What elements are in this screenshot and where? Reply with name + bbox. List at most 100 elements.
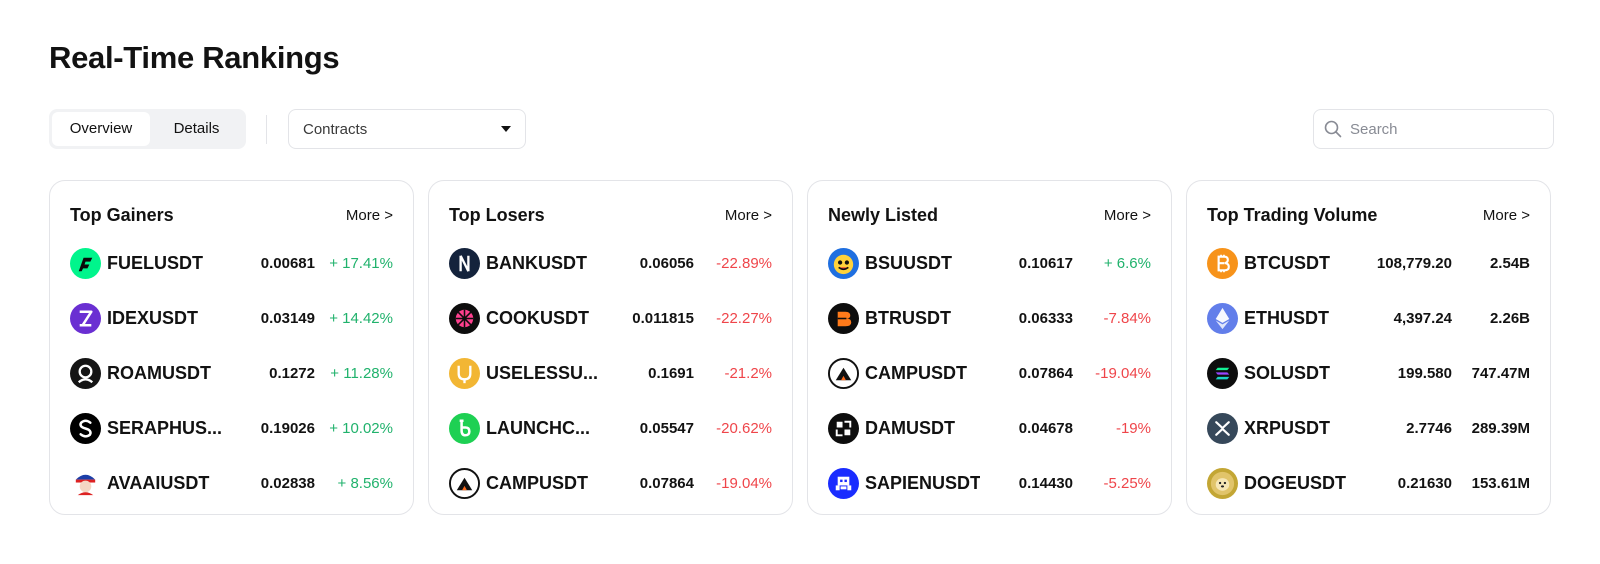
top-trading-volume-card: Top Trading Volume More > BTCUSDT 108,77… bbox=[1186, 180, 1551, 515]
launchcoin-icon bbox=[449, 412, 480, 444]
table-row[interactable]: BSUUSDT 0.10617 + 6.6% bbox=[828, 247, 1151, 279]
table-row[interactable]: DOGEUSDT 0.21630 153.61M bbox=[1207, 467, 1530, 499]
newly-listed-card: Newly Listed More > BSUUSDT 0.10617 + 6.… bbox=[807, 180, 1172, 515]
table-row[interactable]: SOLUSDT 199.580 747.47M bbox=[1207, 357, 1530, 389]
price: 0.00681 bbox=[260, 254, 315, 272]
symbol: SOLUSDT bbox=[1244, 362, 1331, 383]
price: 2.7746 bbox=[1406, 419, 1452, 437]
symbol: SAPIENUSDT bbox=[865, 472, 980, 493]
table-row[interactable]: SAPIENUSDT 0.14430 -5.25% bbox=[828, 467, 1151, 499]
price: 0.07864 bbox=[1018, 364, 1073, 382]
toolbar-divider bbox=[266, 115, 267, 144]
symbol: DOGEUSDT bbox=[1244, 472, 1347, 493]
table-row[interactable]: FUELUSDT 0.00681 + 17.41% bbox=[70, 247, 393, 279]
volume: 747.47M bbox=[1471, 364, 1530, 382]
symbol: CAMPUSDT bbox=[486, 472, 588, 493]
more-link[interactable]: More > bbox=[1104, 207, 1151, 224]
price: 108,779.20 bbox=[1376, 254, 1452, 272]
cook-icon bbox=[449, 302, 480, 334]
card-title: Top Trading Volume bbox=[1207, 204, 1378, 225]
symbol: USELESSU... bbox=[486, 362, 599, 383]
market-type-select[interactable]: Contracts bbox=[288, 109, 526, 149]
volume: 2.54B bbox=[1489, 254, 1530, 272]
top-losers-card: Top Losers More > BANKUSDT 0.06056 -22.8… bbox=[428, 180, 793, 515]
search-box[interactable] bbox=[1313, 109, 1554, 149]
symbol: ROAMUSDT bbox=[107, 362, 211, 383]
price: 0.19026 bbox=[260, 419, 315, 437]
symbol: BANKUSDT bbox=[486, 252, 587, 273]
table-row[interactable]: SERAPHUS... 0.19026 + 10.02% bbox=[70, 412, 393, 444]
page-title: Real-Time Rankings bbox=[49, 40, 340, 75]
symbol: AVAAIUSDT bbox=[107, 472, 210, 493]
change: + 8.56% bbox=[337, 474, 393, 492]
price: 0.05547 bbox=[639, 419, 694, 437]
symbol: CAMPUSDT bbox=[865, 362, 967, 383]
caret-down-icon bbox=[501, 126, 511, 132]
idex-icon bbox=[70, 302, 101, 334]
table-row[interactable]: COOKUSDT 0.011815 -22.27% bbox=[449, 302, 772, 334]
bsu-icon bbox=[828, 247, 859, 279]
card-title: Top Losers bbox=[449, 204, 545, 225]
market-type-value: Contracts bbox=[303, 120, 368, 138]
table-row[interactable]: IDEXUSDT 0.03149 + 14.42% bbox=[70, 302, 393, 334]
change: + 11.28% bbox=[330, 364, 393, 382]
change: -22.27% bbox=[716, 309, 772, 327]
table-row[interactable]: ROAMUSDT 0.1272 + 11.28% bbox=[70, 357, 393, 389]
table-row[interactable]: BTRUSDT 0.06333 -7.84% bbox=[828, 302, 1151, 334]
price: 0.04678 bbox=[1018, 419, 1073, 437]
useless-icon bbox=[449, 357, 480, 389]
card-title: Newly Listed bbox=[828, 204, 939, 225]
more-link[interactable]: More > bbox=[1483, 207, 1530, 224]
symbol: SERAPHUS... bbox=[107, 417, 222, 438]
table-row[interactable]: CAMPUSDT 0.07864 -19.04% bbox=[828, 357, 1151, 389]
symbol: COOKUSDT bbox=[486, 307, 589, 328]
table-row[interactable]: BTCUSDT 108,779.20 2.54B bbox=[1207, 247, 1530, 279]
price: 0.06056 bbox=[639, 254, 694, 272]
table-row[interactable]: USELESSU... 0.1691 -21.2% bbox=[449, 357, 772, 389]
price: 0.07864 bbox=[639, 474, 694, 492]
price: 0.02838 bbox=[260, 474, 315, 492]
dam-icon bbox=[828, 412, 859, 444]
bitcoin-icon bbox=[1207, 247, 1238, 279]
price: 0.21630 bbox=[1397, 474, 1452, 492]
sapien-icon bbox=[828, 467, 859, 499]
change: + 14.42% bbox=[329, 309, 393, 327]
view-toggle: Overview Details bbox=[49, 109, 246, 149]
search-input[interactable] bbox=[1348, 119, 1542, 139]
symbol: XRPUSDT bbox=[1244, 417, 1331, 438]
price: 0.1691 bbox=[648, 364, 694, 382]
tab-details[interactable]: Details bbox=[150, 112, 243, 146]
more-link[interactable]: More > bbox=[346, 207, 393, 224]
change: -7.84% bbox=[1103, 309, 1151, 327]
table-row[interactable]: AVAAIUSDT 0.02838 + 8.56% bbox=[70, 467, 393, 499]
table-row[interactable]: DAMUSDT 0.04678 -19% bbox=[828, 412, 1151, 444]
table-row[interactable]: ETHUSDT 4,397.24 2.26B bbox=[1207, 302, 1530, 334]
camp-icon bbox=[828, 357, 859, 389]
table-row[interactable]: LAUNCHC... 0.05547 -20.62% bbox=[449, 412, 772, 444]
camp-icon bbox=[449, 467, 480, 499]
volume: 153.61M bbox=[1471, 474, 1530, 492]
change: + 6.6% bbox=[1103, 254, 1151, 272]
price: 0.03149 bbox=[260, 309, 315, 327]
symbol: LAUNCHC... bbox=[486, 417, 590, 438]
more-link[interactable]: More > bbox=[725, 207, 772, 224]
change: -22.89% bbox=[716, 254, 772, 272]
change: -19.04% bbox=[1095, 364, 1151, 382]
table-row[interactable]: XRPUSDT 2.7746 289.39M bbox=[1207, 412, 1530, 444]
change: -21.2% bbox=[724, 364, 772, 382]
card-title: Top Gainers bbox=[70, 204, 174, 225]
symbol: FUELUSDT bbox=[107, 252, 203, 273]
xrp-icon bbox=[1207, 412, 1238, 444]
symbol: IDEXUSDT bbox=[107, 307, 199, 328]
table-row[interactable]: CAMPUSDT 0.07864 -19.04% bbox=[449, 467, 772, 499]
fuel-icon bbox=[70, 247, 101, 279]
volume: 289.39M bbox=[1471, 419, 1530, 437]
price: 0.10617 bbox=[1018, 254, 1073, 272]
change: -19.04% bbox=[716, 474, 772, 492]
btr-icon bbox=[828, 302, 859, 334]
table-row[interactable]: BANKUSDT 0.06056 -22.89% bbox=[449, 247, 772, 279]
roam-icon bbox=[70, 357, 101, 389]
symbol: ETHUSDT bbox=[1244, 307, 1329, 328]
tab-overview[interactable]: Overview bbox=[52, 112, 150, 146]
price: 199.580 bbox=[1397, 364, 1452, 382]
